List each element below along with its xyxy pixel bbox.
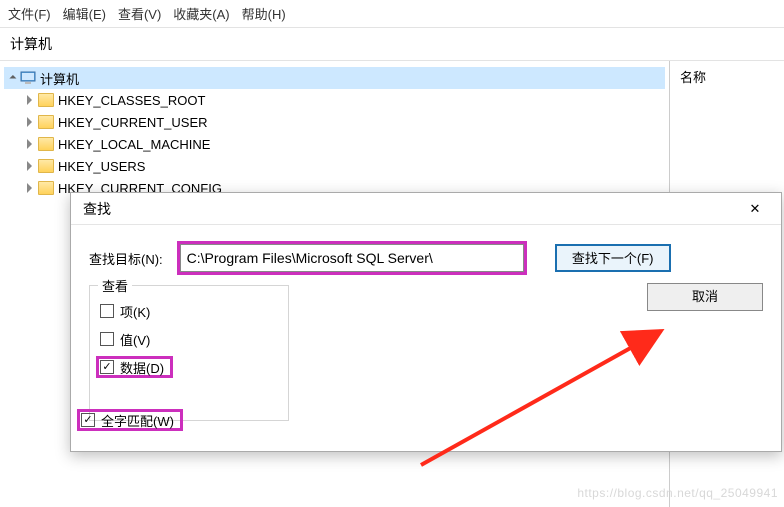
menu-favorites[interactable]: 收藏夹(A) <box>173 4 229 23</box>
expand-icon[interactable] <box>24 95 35 106</box>
findwhat-input[interactable] <box>180 244 524 272</box>
checkbox-icon <box>100 304 114 318</box>
checkbox-values[interactable]: 值(V) <box>100 328 278 350</box>
findwhat-label: 查找目标(N): <box>89 249 163 268</box>
tree-root-label: 计算机 <box>40 69 79 88</box>
folder-icon <box>38 137 54 151</box>
checkbox-data[interactable]: ✓ 数据(D) <box>96 356 173 378</box>
cancel-button[interactable]: 取消 <box>647 283 763 311</box>
find-next-button[interactable]: 查找下一个(F) <box>555 244 671 272</box>
close-icon: ✕ <box>750 201 761 217</box>
expand-icon[interactable] <box>24 117 35 128</box>
checkbox-matchwhole[interactable]: ✓ 全字匹配(W) <box>77 409 183 431</box>
tree-item[interactable]: HKEY_USERS <box>22 155 665 177</box>
expand-icon[interactable] <box>24 161 35 172</box>
tree-item-label: HKEY_CLASSES_ROOT <box>58 93 205 108</box>
checkbox-icon <box>100 332 114 346</box>
menu-view[interactable]: 查看(V) <box>118 4 161 23</box>
tree-item[interactable]: HKEY_CURRENT_USER <box>22 111 665 133</box>
expand-icon[interactable] <box>24 139 35 150</box>
tree-item[interactable]: HKEY_LOCAL_MACHINE <box>22 133 665 155</box>
checkbox-icon: ✓ <box>100 360 114 374</box>
dialog-titlebar[interactable]: 查找 ✕ <box>71 193 781 225</box>
dialog-title: 查找 <box>83 199 735 219</box>
menu-file[interactable]: 文件(F) <box>8 4 51 23</box>
folder-icon <box>38 93 54 107</box>
tree-item-label: HKEY_CURRENT_USER <box>58 115 208 130</box>
close-button[interactable]: ✕ <box>735 195 775 223</box>
folder-icon <box>38 115 54 129</box>
tree-item[interactable]: HKEY_CLASSES_ROOT <box>22 89 665 111</box>
expand-icon[interactable] <box>6 73 17 84</box>
find-dialog: 查找 ✕ 查找目标(N): 查找下一个(F) 取消 查看 项(K) 值(V) ✓… <box>70 192 782 452</box>
tree-item-label: HKEY_LOCAL_MACHINE <box>58 137 210 152</box>
column-header-name[interactable]: 名称 <box>680 67 774 86</box>
address-bar[interactable]: 计算机 <box>0 28 784 61</box>
menu-edit[interactable]: 编辑(E) <box>63 4 106 23</box>
watermark: https://blog.csdn.net/qq_25049941 <box>577 486 778 500</box>
checkbox-label: 值(V) <box>120 330 150 349</box>
checkbox-keys[interactable]: 项(K) <box>100 300 278 322</box>
checkbox-icon: ✓ <box>81 413 95 427</box>
checkbox-label: 全字匹配(W) <box>101 411 174 430</box>
menu-bar: 文件(F) 编辑(E) 查看(V) 收藏夹(A) 帮助(H) <box>0 0 784 28</box>
lookat-label: 查看 <box>98 276 132 295</box>
folder-icon <box>38 159 54 173</box>
checkbox-label: 数据(D) <box>120 358 164 377</box>
checkbox-label: 项(K) <box>120 302 150 321</box>
tree-item-label: HKEY_USERS <box>58 159 145 174</box>
menu-help[interactable]: 帮助(H) <box>242 4 286 23</box>
computer-icon <box>20 70 36 86</box>
folder-icon <box>38 181 54 195</box>
lookat-group: 查看 项(K) 值(V) ✓ 数据(D) <box>89 285 289 421</box>
expand-icon[interactable] <box>24 183 35 194</box>
tree-root[interactable]: 计算机 <box>4 67 665 89</box>
findwhat-highlight <box>177 241 527 275</box>
